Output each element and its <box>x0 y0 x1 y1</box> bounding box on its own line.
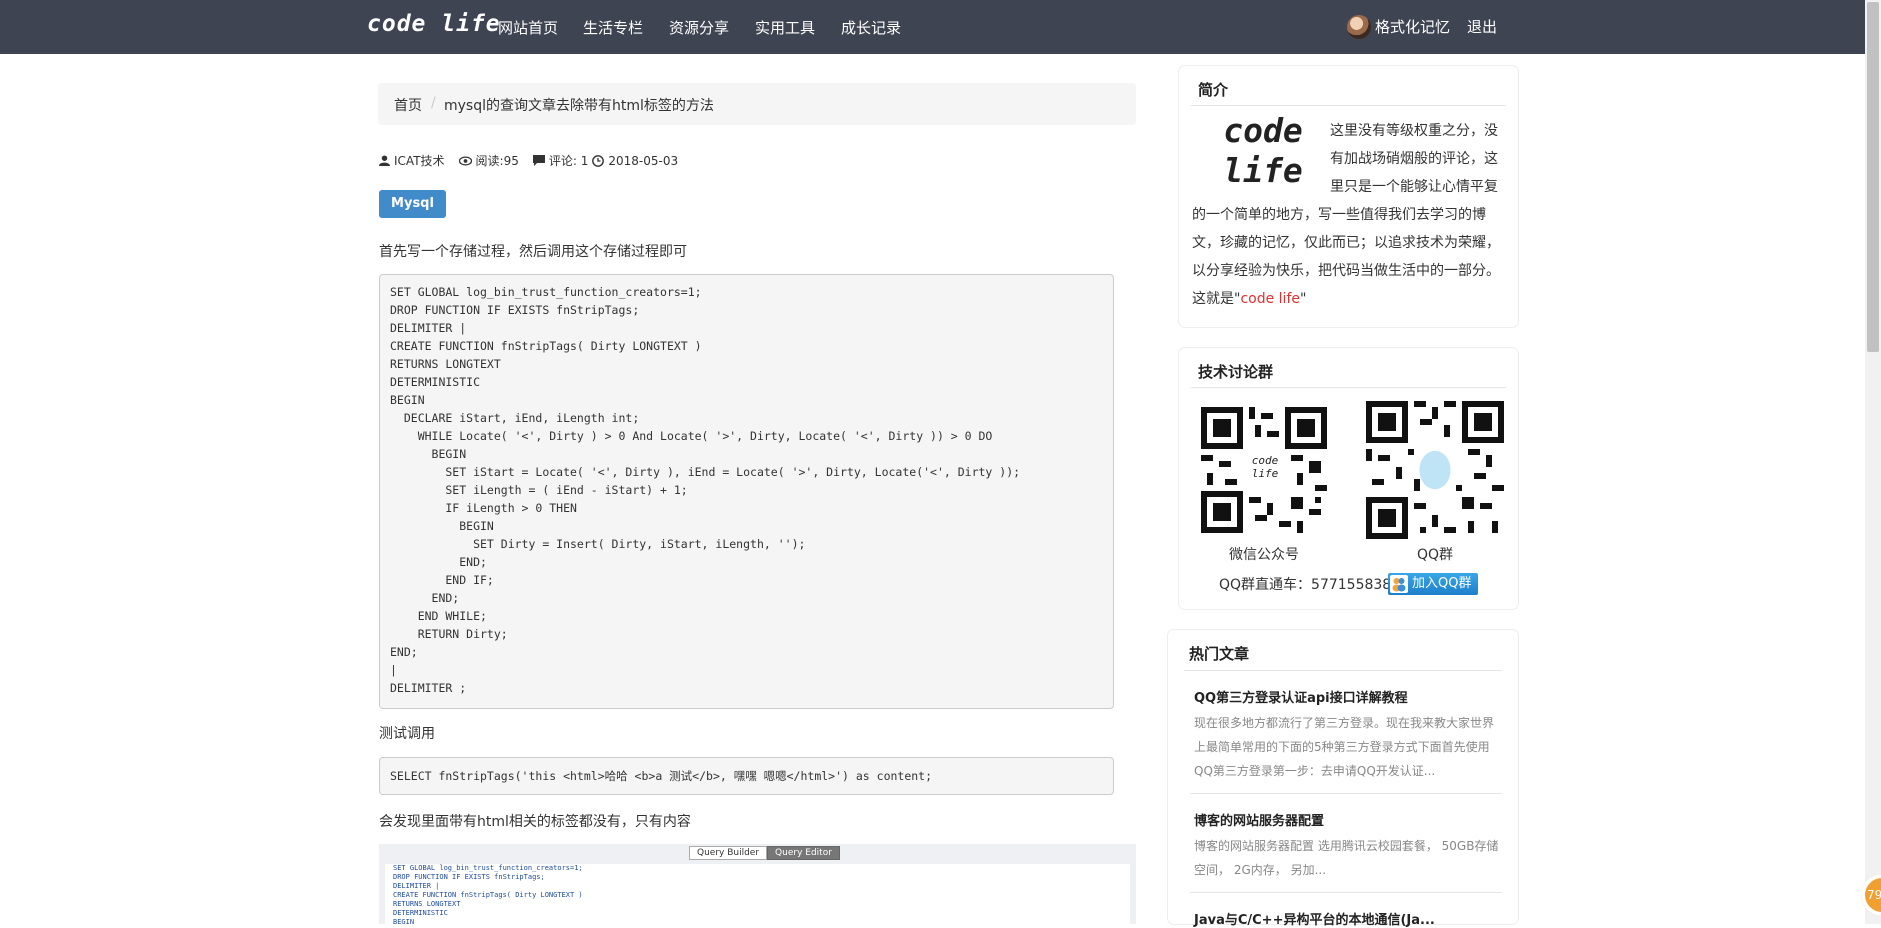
meta-comments: 评论: 1 <box>532 152 589 169</box>
breadcrumb-current: mysql的查询文章去除带有html标签的方法 <box>444 98 714 114</box>
meta-author-text: ICAT技术 <box>394 154 445 168</box>
hot-article-2-excerpt-line-1: 博客的网站服务器配置 选用腾讯云校园套餐， 50GB存储 <box>1194 839 1499 853</box>
top-navbar: code life 网站首页 生活专栏 资源分享 实用工具 成长记录 格式化记忆… <box>0 0 1865 54</box>
category-tag-button[interactable]: Mysql <box>379 190 446 218</box>
qq-group-number: QQ群直通车：577155838 <box>1219 577 1392 593</box>
meta-date-text: 2018-05-03 <box>608 153 679 168</box>
code-block-select: SELECT fnStripTags('this <html>哈哈 <b>a 测… <box>379 757 1114 795</box>
hot-article-2-excerpt-line-2: 空间， 2G内存， 另加... <box>1194 863 1327 877</box>
intro-line-5: 文，珍藏的记忆，仅此而已；以追求技术为荣耀， <box>1192 235 1500 251</box>
test-heading: 测试调用 <box>379 726 435 742</box>
meta-author: ICAT技术 <box>379 152 445 169</box>
nav-item-resources[interactable]: 资源分享 <box>669 17 729 38</box>
nav-item-life[interactable]: 生活专栏 <box>583 17 643 38</box>
intro-line-2: 有加战场硝烟般的评论，这 <box>1330 151 1498 167</box>
site-logo[interactable]: code life <box>367 11 501 37</box>
article-intro-text: 首先写一个存储过程，然后调用这个存储过程即可 <box>379 244 687 260</box>
hot-article-excerpt-2: 博客的网站服务器配置 选用腾讯云校园套餐， 50GB存储 空间， 2G内存， 另… <box>1194 834 1504 882</box>
qr-logo: code life <box>1247 454 1283 480</box>
hot-article-1-excerpt-line-2: 上最简单常用的下面的5种第三方登录方式下面首先使用 <box>1194 740 1490 754</box>
intro-line-1: 这里没有等级权重之分，没 <box>1330 123 1498 139</box>
intro-last-suffix: " <box>1300 291 1307 307</box>
hot-article-title-2[interactable]: 博客的网站服务器配置 <box>1194 810 1324 829</box>
nav-item-growth[interactable]: 成长记录 <box>841 17 901 38</box>
intro-card-title: 简介 <box>1198 81 1229 99</box>
join-qq-group-label: 加入QQ群 <box>1412 576 1472 591</box>
qq-penguin-icon <box>1390 575 1408 593</box>
intro-logo: code life <box>1219 111 1307 191</box>
qq-label: QQ群 <box>1416 547 1454 563</box>
qq-group-qr-code <box>1366 401 1504 539</box>
hot-article-title-1[interactable]: QQ第三方登录认证api接口详解教程 <box>1194 687 1408 706</box>
hot-article-divider-1 <box>1190 793 1502 794</box>
user-avatar[interactable] <box>1347 15 1371 39</box>
logout-link[interactable]: 退出 <box>1467 16 1497 37</box>
user-icon <box>379 155 390 166</box>
breadcrumb-home-link[interactable]: 首页 <box>394 95 422 115</box>
scroll-progress-badge[interactable]: 79 <box>1861 874 1881 916</box>
hot-card-title: 热门文章 <box>1189 645 1250 663</box>
nav-item-tools[interactable]: 实用工具 <box>755 17 815 38</box>
nav-item-home[interactable]: 网站首页 <box>498 17 558 38</box>
article-meta: ICAT技术 阅读:95 评论: 1 2018-05-03 <box>379 152 692 169</box>
meta-date: 2018-05-03 <box>592 154 678 168</box>
wechat-label: 微信公众号 <box>1229 547 1299 563</box>
tab-query-builder: Query Builder <box>689 846 768 860</box>
result-screenshot: Query Builder Query Editor SET GLOBAL lo… <box>379 844 1136 924</box>
scrollbar-thumb[interactable] <box>1867 2 1879 352</box>
eye-icon <box>458 155 472 166</box>
qr-logo-line2: life <box>1251 467 1279 480</box>
intro-card-divider <box>1191 105 1506 106</box>
group-card-title: 技术讨论群 <box>1198 363 1274 381</box>
meta-views: 阅读:95 <box>458 152 519 169</box>
intro-logo-line2: life <box>1223 151 1303 190</box>
intro-line-4: 的一个简单的地方，写一些值得我们去学习的博 <box>1192 207 1486 223</box>
intro-logo-line1: code <box>1223 111 1303 150</box>
intro-line-6: 以分享经验为快乐，把代码当做生活中的一部分。 <box>1192 263 1500 279</box>
result-text: 会发现里面带有html相关的标签都没有，只有内容 <box>379 814 691 830</box>
hot-card-divider <box>1184 670 1502 671</box>
hot-article-title-3[interactable]: Java与C/C++异构平台的本地通信(Ja... <box>1194 909 1435 928</box>
meta-views-text: 阅读:95 <box>475 154 519 168</box>
screenshot-code: SET GLOBAL log_bin_trust_function_creato… <box>385 864 1130 924</box>
user-name-link[interactable]: 格式化记忆 <box>1375 16 1450 37</box>
screenshot-tabs: Query Builder Query Editor <box>689 846 840 860</box>
meta-comments-text: 评论: 1 <box>548 154 589 168</box>
intro-line-7: 这就是"code life" <box>1192 285 1306 313</box>
hot-article-divider-2 <box>1190 892 1502 893</box>
tab-query-editor: Query Editor <box>767 846 840 860</box>
intro-last-prefix: 这就是" <box>1192 291 1241 307</box>
comment-icon <box>532 155 545 166</box>
hot-article-1-excerpt-line-1: 现在很多地方都流行了第三方登录。现在我来教大家世界 <box>1194 716 1495 730</box>
clock-icon <box>592 154 605 167</box>
intro-highlight: code life <box>1240 291 1300 307</box>
code-block-procedure: SET GLOBAL log_bin_trust_function_creato… <box>379 274 1114 709</box>
intro-line-3: 里只是一个能够让心情平复 <box>1330 179 1498 195</box>
join-qq-group-button[interactable]: 加入QQ群 <box>1388 573 1478 595</box>
group-card-divider <box>1191 387 1506 388</box>
breadcrumb-separator: / <box>431 95 436 111</box>
hot-article-excerpt-1: 现在很多地方都流行了第三方登录。现在我来教大家世界 上最简单常用的下面的5种第三… <box>1194 711 1504 783</box>
qr-logo-line1: code <box>1251 454 1279 467</box>
breadcrumb: 首页 / mysql的查询文章去除带有html标签的方法 <box>378 83 1136 125</box>
hot-article-1-excerpt-line-3: QQ第三方登录第一步：去申请QQ开发认证... <box>1194 764 1436 778</box>
